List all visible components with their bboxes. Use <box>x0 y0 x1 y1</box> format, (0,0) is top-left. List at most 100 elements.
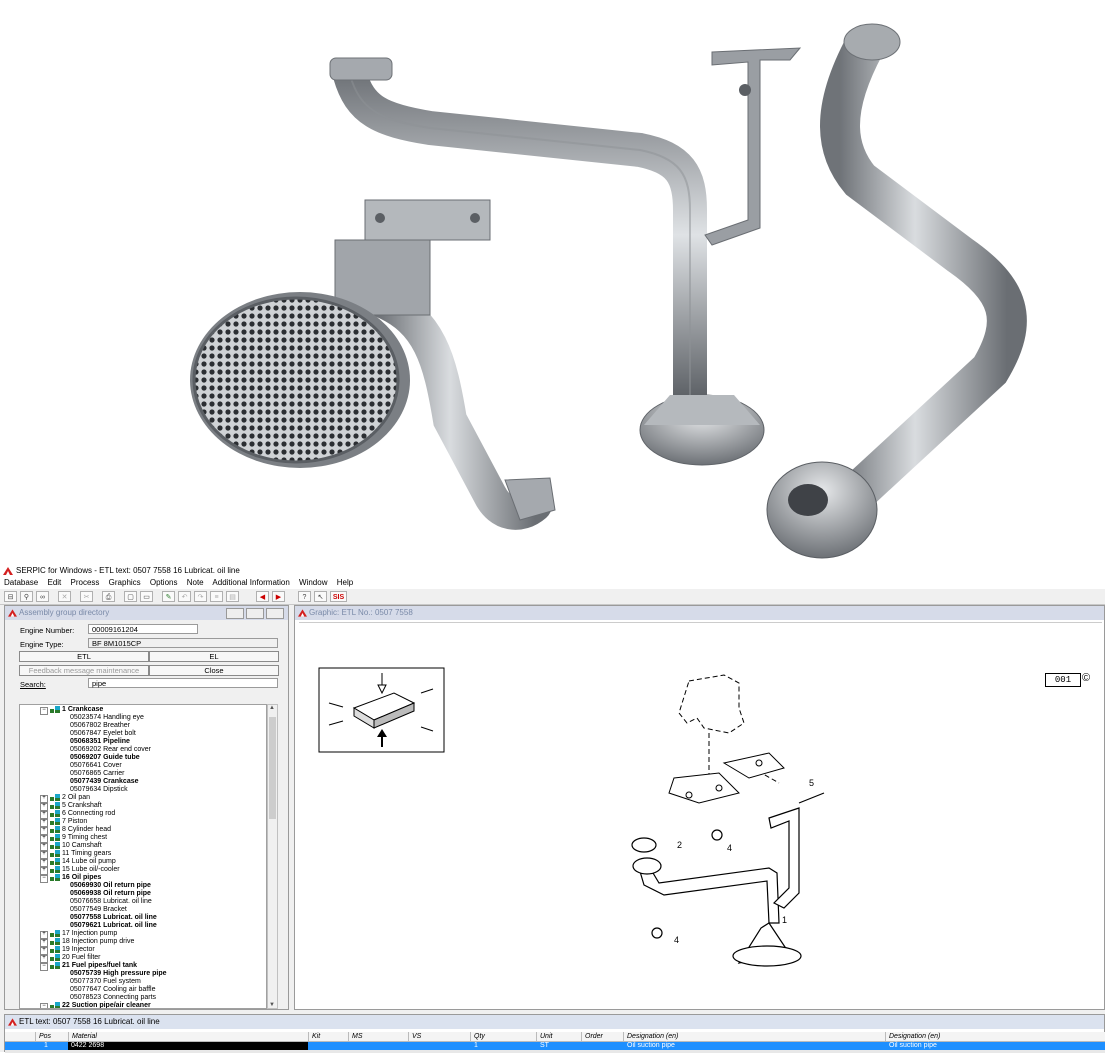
help-icon[interactable]: ? <box>298 591 311 602</box>
tree-part-item[interactable]: 05076641 Cover <box>70 762 122 770</box>
tree-expander-icon[interactable]: + <box>40 859 48 867</box>
scrollbar-thumb[interactable] <box>269 717 276 819</box>
parts-drawing-canvas[interactable]: 2 4 4 1 5 001 © <box>299 622 1102 1008</box>
tree-group-item[interactable]: 17 Injection pump <box>62 930 117 938</box>
arrow-right-icon[interactable]: ▶ <box>272 591 285 602</box>
menu-graphics[interactable]: Graphics <box>109 578 141 587</box>
tree-expander-icon[interactable]: + <box>40 835 48 843</box>
tree-part-item[interactable]: 05069202 Rear end cover <box>70 746 151 754</box>
etl-button[interactable]: ETL <box>19 651 149 662</box>
tree-part-item[interactable]: 05077439 Crankcase <box>70 778 139 786</box>
tree-group-item[interactable]: 6 Connecting rod <box>62 810 115 818</box>
arrow-left-icon[interactable]: ◀ <box>256 591 269 602</box>
cut-icon[interactable]: ✂ <box>80 591 93 602</box>
tree-group-item[interactable]: 21 Fuel pipes/fuel tank <box>62 962 137 970</box>
tree-group-item[interactable]: 1 Crankcase <box>62 706 103 714</box>
menu-help[interactable]: Help <box>337 578 353 587</box>
tree-part-item[interactable]: 05023574 Handling eye <box>70 714 144 722</box>
tree-part-item[interactable]: 05079634 Dipstick <box>70 786 128 794</box>
context-help-icon[interactable]: ↖ <box>314 591 327 602</box>
tree-group-item[interactable]: 16 Oil pipes <box>62 874 101 882</box>
key-icon[interactable]: ⚲ <box>20 591 33 602</box>
tree-expander-icon[interactable]: + <box>40 827 48 835</box>
col-vs[interactable]: VS <box>408 1032 470 1041</box>
tree-group-item[interactable]: 11 Timing gears <box>62 850 111 858</box>
tree-part-item[interactable]: 05078523 Connecting parts <box>70 994 156 1002</box>
paint-icon[interactable]: ✎ <box>162 591 175 602</box>
link-icon[interactable]: ∞ <box>36 591 49 602</box>
tree-expander-icon[interactable]: + <box>40 795 48 803</box>
scroll-down-icon[interactable]: ▼ <box>269 1002 275 1008</box>
search-input[interactable]: pipe <box>88 678 278 688</box>
tree-group-item[interactable]: 2 Oil pan <box>62 794 90 802</box>
tree-group-item[interactable]: 9 Timing chest <box>62 834 107 842</box>
tree-group-item[interactable]: 8 Cylinder head <box>62 826 111 834</box>
tree-expander-icon[interactable]: + <box>40 931 48 939</box>
undo-icon[interactable]: ↶ <box>178 591 191 602</box>
col-order[interactable]: Order <box>581 1032 623 1041</box>
tree-part-item[interactable]: 05077558 Lubricat. oil line <box>70 914 157 922</box>
tree-group-item[interactable]: 22 Suction pipe/air cleaner <box>62 1002 151 1008</box>
feedback-message-maintenance-button[interactable]: Feedback message maintenance <box>19 665 149 676</box>
tree-group-item[interactable]: 20 Fuel filter <box>62 954 101 962</box>
sis-button[interactable]: SIS <box>330 591 347 602</box>
tree-part-item[interactable]: 05067847 Eyelet bolt <box>70 730 136 738</box>
tree-part-item[interactable]: 05069930 Oil return pipe <box>70 882 151 890</box>
maximize-button[interactable] <box>246 608 264 619</box>
tree-expander-icon[interactable]: + <box>40 819 48 827</box>
el-button[interactable]: EL <box>149 651 279 662</box>
tree-group-item[interactable]: 14 Lube oil pump <box>62 858 116 866</box>
tree-expander-icon[interactable]: − <box>40 963 48 971</box>
col-kit[interactable]: Kit <box>308 1032 348 1041</box>
print-icon[interactable]: ⎙ <box>102 591 115 602</box>
close-window-button[interactable] <box>266 608 284 619</box>
new-document-icon[interactable]: ▢ <box>124 591 137 602</box>
tree-expander-icon[interactable]: + <box>40 803 48 811</box>
tree-part-item[interactable]: 05067802 Breather <box>70 722 130 730</box>
tree-scrollbar[interactable]: ▲ ▼ <box>267 704 278 1009</box>
tree-expander-icon[interactable]: + <box>40 867 48 875</box>
close-button[interactable]: Close <box>149 665 279 676</box>
menu-window[interactable]: Window <box>299 578 327 587</box>
col-designation-1[interactable]: Designation (en) <box>623 1032 885 1041</box>
menu-additional-information[interactable]: Additional Information <box>212 578 289 587</box>
tree-group-item[interactable]: 19 Injector <box>62 946 95 954</box>
tree-expander-icon[interactable]: + <box>40 947 48 955</box>
scroll-up-icon[interactable]: ▲ <box>269 705 275 711</box>
menu-process[interactable]: Process <box>71 578 100 587</box>
menu-note[interactable]: Note <box>187 578 204 587</box>
tree-group-item[interactable]: 15 Lube oil/-cooler <box>62 866 120 874</box>
col-designation-2[interactable]: Designation (en) <box>885 1032 1105 1041</box>
tree-part-item[interactable]: 05069938 Oil return pipe <box>70 890 151 898</box>
redo-icon[interactable]: ↷ <box>194 591 207 602</box>
col-qty[interactable]: Qty <box>470 1032 536 1041</box>
tree-part-item[interactable]: 05076658 Lubricat. oil line <box>70 898 152 906</box>
tree-group-item[interactable]: 5 Crankshaft <box>62 802 102 810</box>
page-icon[interactable]: ▤ <box>226 591 239 602</box>
tree-expander-icon[interactable]: − <box>40 1003 48 1008</box>
tree-expander-icon[interactable]: + <box>40 939 48 947</box>
menu-edit[interactable]: Edit <box>47 578 61 587</box>
engine-number-field[interactable]: 00009161204 <box>88 624 198 634</box>
tree-part-item[interactable]: 05077370 Fuel system <box>70 978 141 986</box>
tree-part-item[interactable]: 05076865 Carrier <box>70 770 124 778</box>
tree-part-item[interactable]: 05077549 Bracket <box>70 906 127 914</box>
tree-expander-icon[interactable]: + <box>40 955 48 963</box>
tree-part-item[interactable]: 05077647 Cooling air baffle <box>70 986 156 994</box>
tree-group-item[interactable]: 18 Injection pump drive <box>62 938 134 946</box>
minimize-button[interactable] <box>226 608 244 619</box>
table-row-selected[interactable]: 1 0422 2698 1 ST Oil suction pipe Oil su… <box>5 1042 1105 1050</box>
open-folder-icon[interactable]: ▭ <box>140 591 153 602</box>
tree-group-item[interactable]: 7 Piston <box>62 818 87 826</box>
tree-part-item[interactable]: 05075739 High pressure pipe <box>70 970 167 978</box>
list-icon[interactable]: ≡ <box>210 591 223 602</box>
tree-expander-icon[interactable]: + <box>40 811 48 819</box>
menu-database[interactable]: Database <box>4 578 38 587</box>
tree-expander-icon[interactable]: − <box>40 875 48 883</box>
col-material[interactable]: Material <box>68 1032 308 1041</box>
open-database-icon[interactable]: ⊟ <box>4 591 17 602</box>
menu-options[interactable]: Options <box>150 578 178 587</box>
tree-expander-icon[interactable]: + <box>40 843 48 851</box>
tree-part-item[interactable]: 05069207 Guide tube <box>70 754 140 762</box>
tree-expander-icon[interactable]: − <box>40 707 48 715</box>
